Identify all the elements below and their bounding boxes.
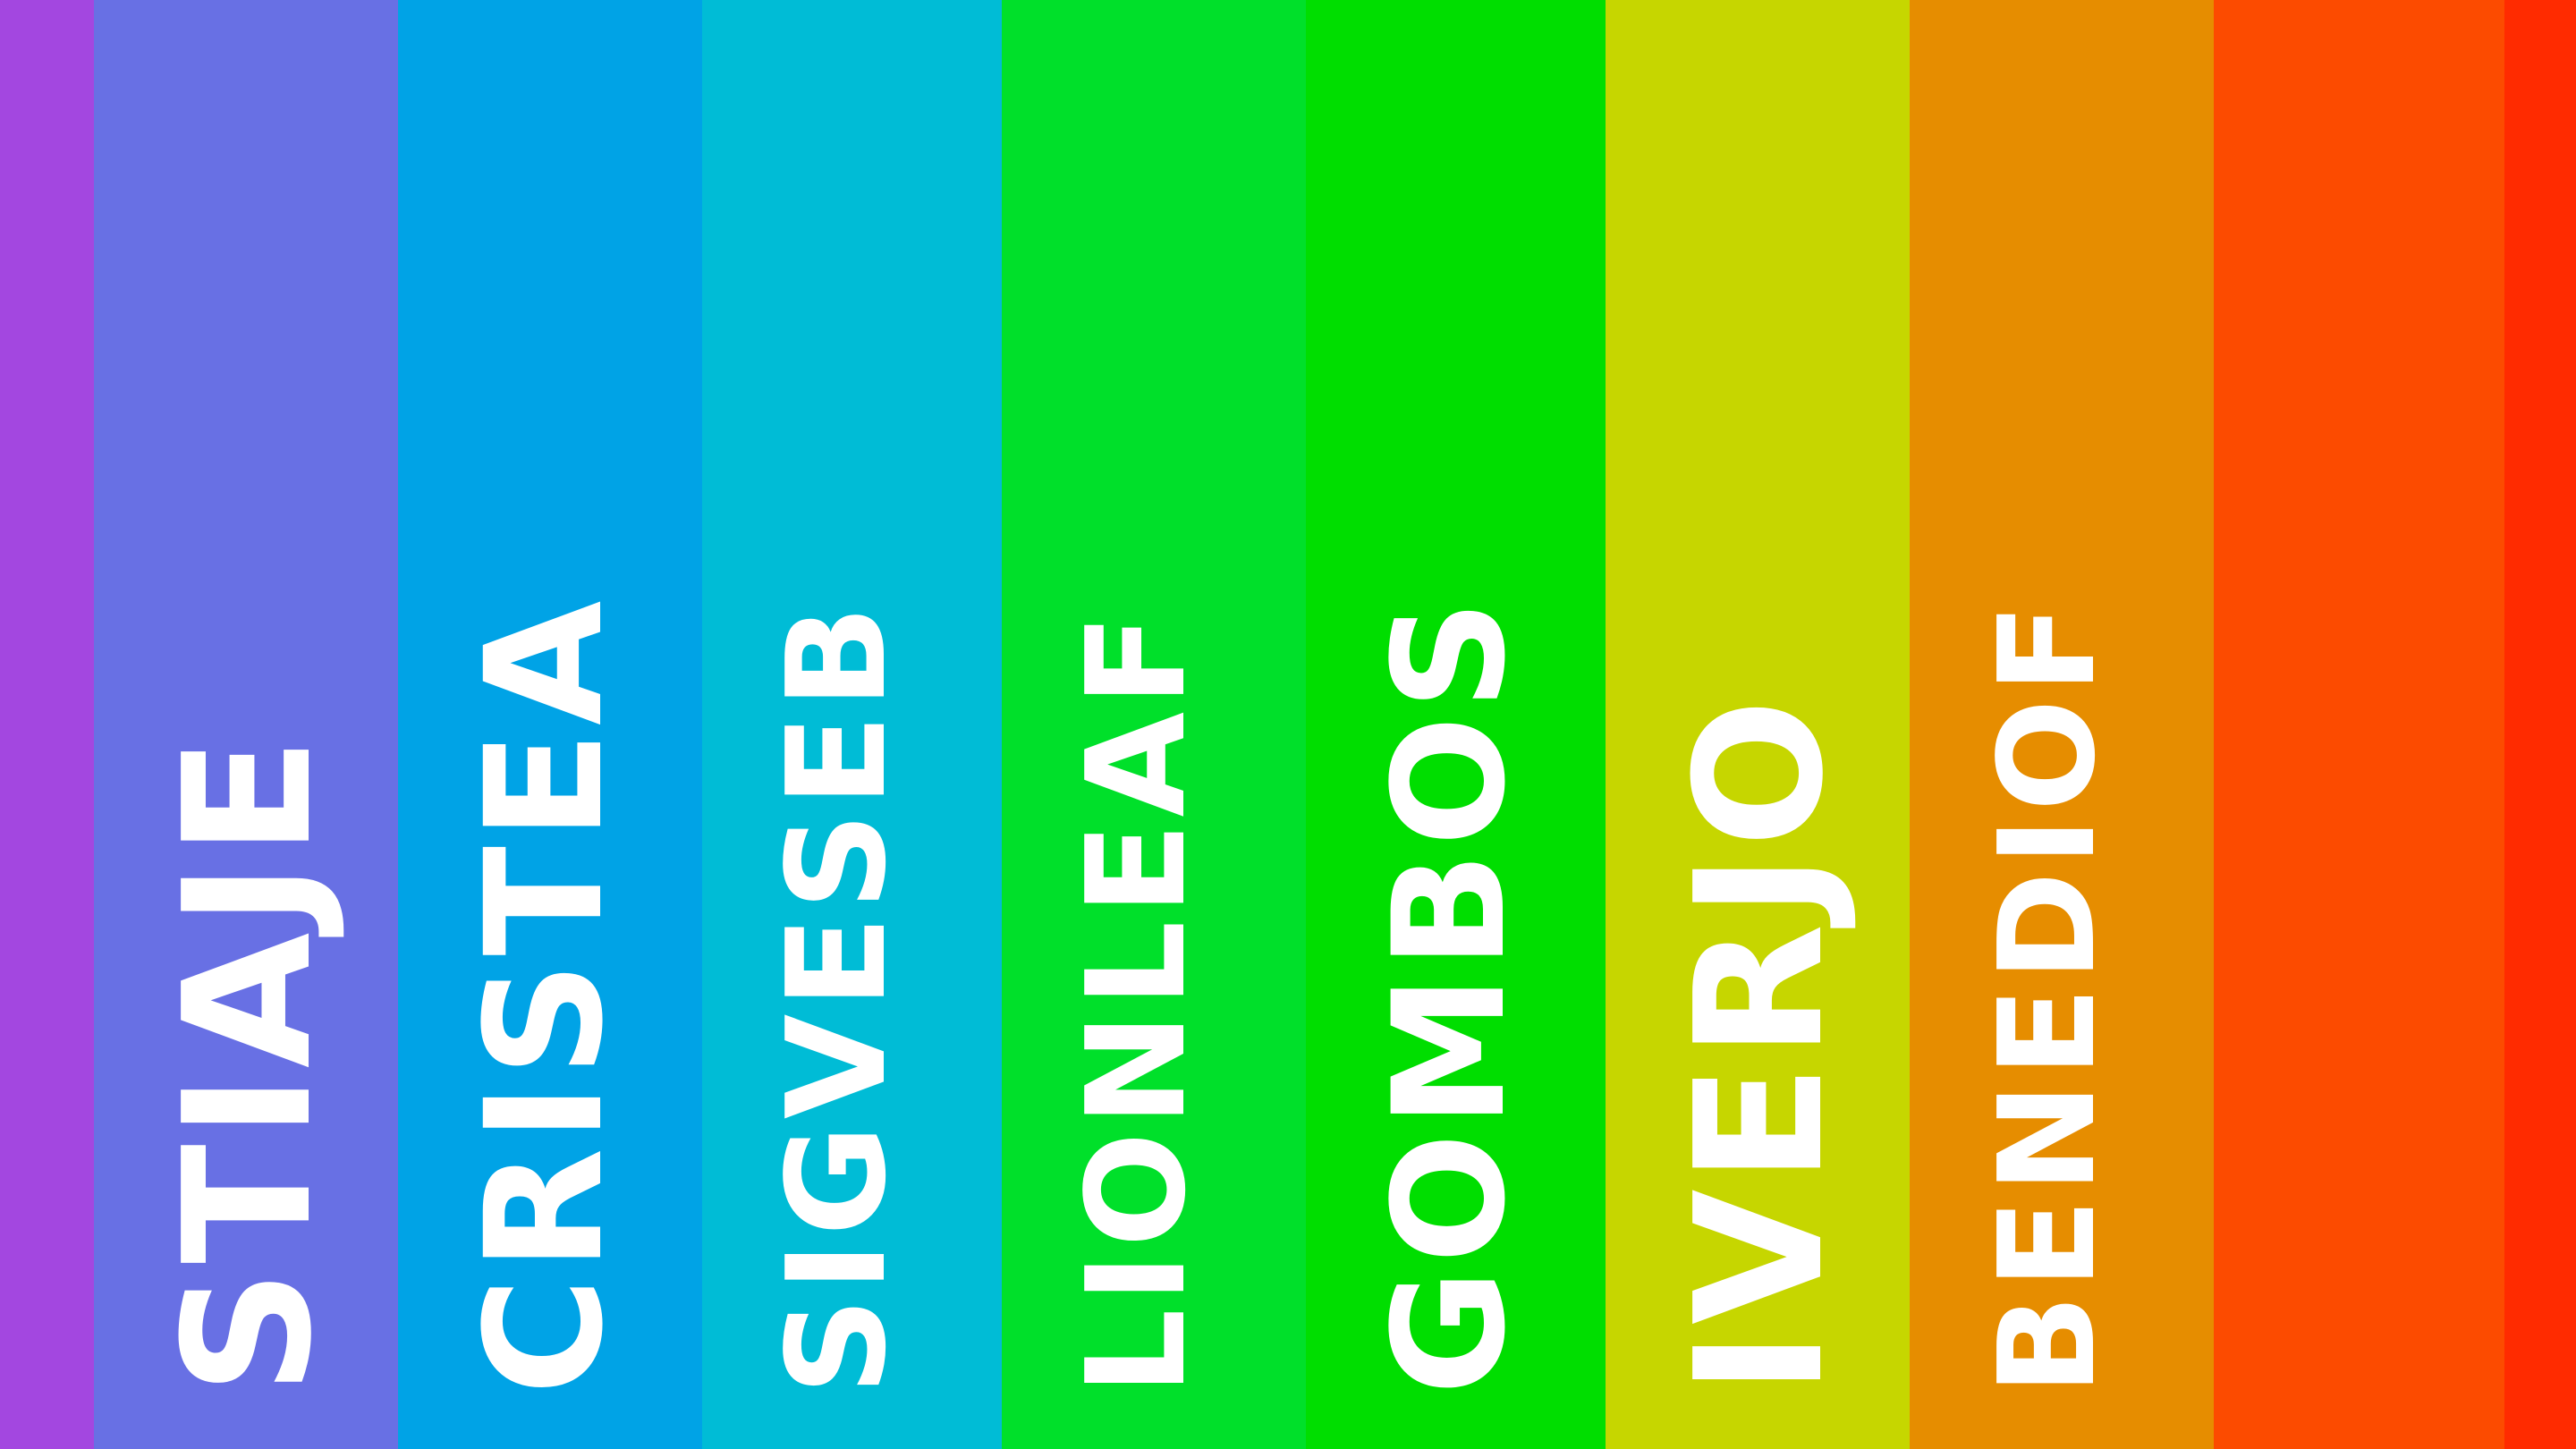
- word-stiaje: STIAJE: [147, 731, 351, 1395]
- stripe-purple: [0, 0, 98, 1449]
- word-benediof: BENEDIOF: [1970, 597, 2124, 1395]
- rainbow-canvas: STIAJE CRISTEA SIGVESEB LIONLEAF GOMBOS …: [0, 0, 2576, 1449]
- word-lionleaf: LIONLEAF: [1057, 608, 1216, 1395]
- word-iverjo: IVERJO: [1658, 693, 1862, 1395]
- stripe-red-orange: [2214, 0, 2509, 1449]
- word-cristea: CRISTEA: [452, 595, 639, 1395]
- stripe-red: [2504, 0, 2576, 1449]
- word-sigveseb: SIGVESEB: [758, 599, 916, 1395]
- word-gombos: GOMBOS: [1360, 594, 1539, 1395]
